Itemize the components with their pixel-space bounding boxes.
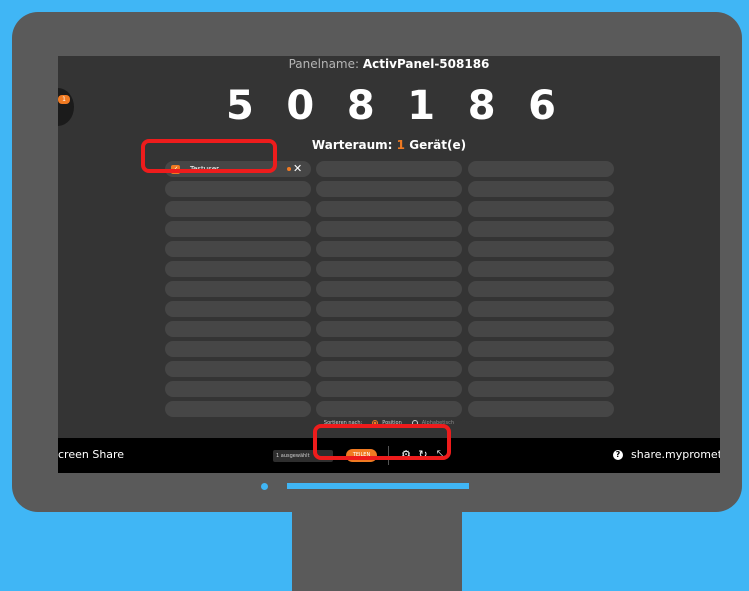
user-checkbox[interactable]: ✓ (171, 164, 180, 174)
waiting-room-unit: Gerät(e) (409, 138, 467, 152)
empty-slot (165, 281, 311, 297)
code-digit: 1 (407, 83, 436, 129)
sort-control: Sortieren nach: Position Alphabetisch (58, 420, 720, 426)
status-dot (287, 167, 291, 171)
empty-slot (468, 301, 614, 317)
code-digit: 6 (528, 83, 556, 129)
screen: 1 Panelname: ActivPanel-508186 5 0 8 1 8… (58, 56, 720, 473)
empty-slot (165, 401, 311, 417)
empty-slot (165, 301, 311, 317)
panel-name-value: ActivPanel-508186 (362, 57, 490, 71)
power-led (261, 483, 268, 490)
empty-slot (316, 221, 462, 237)
collapse-icon[interactable]: ⤡ (434, 447, 448, 463)
share-button[interactable]: TEILEN (346, 449, 377, 462)
empty-slot (468, 221, 614, 237)
panel-name-label: Panelname: (288, 57, 360, 71)
empty-slot (468, 381, 614, 397)
empty-slot (165, 201, 311, 217)
bottom-bar: creen Share 1 ausgewählt TEILEN ⚙ ↻ ⤡ ? … (58, 438, 720, 473)
gear-icon[interactable]: ⚙ (399, 447, 413, 463)
refresh-icon[interactable]: ↻ (416, 447, 430, 463)
indicator-bar (287, 483, 469, 489)
empty-slot (468, 161, 614, 177)
empty-slot (165, 261, 311, 277)
avatar-badge: 1 (58, 95, 70, 104)
code-digit: 8 (346, 83, 375, 129)
monitor-stand (292, 511, 462, 591)
sort-label: Sortieren nach: (323, 420, 363, 426)
empty-slot (316, 361, 462, 377)
empty-slot (316, 321, 462, 337)
empty-slot (165, 341, 311, 357)
empty-slot (165, 321, 311, 337)
panel-name: Panelname: ActivPanel-508186 (58, 57, 720, 71)
empty-slot (316, 201, 462, 217)
empty-slot (165, 381, 311, 397)
empty-slot (468, 341, 614, 357)
monitor-frame: 1 Panelname: ActivPanel-508186 5 0 8 1 8… (12, 12, 742, 512)
help-icon[interactable]: ? (613, 449, 623, 460)
empty-slot (468, 401, 614, 417)
radio-alphabetical[interactable] (411, 420, 418, 426)
empty-slot (468, 261, 614, 277)
waiting-room-label: Warteraum: (311, 138, 393, 152)
site-link[interactable]: ? share.myprometheanboard.com (613, 448, 720, 461)
empty-slot (468, 321, 614, 337)
app-name: creen Share (58, 448, 125, 461)
empty-slot (316, 241, 462, 257)
empty-slot (316, 301, 462, 317)
user-name: Testuser (190, 165, 220, 173)
code-digit: 0 (286, 83, 315, 129)
waiting-room-count: 1 (396, 138, 406, 152)
empty-slot (468, 281, 614, 297)
close-icon[interactable]: ✕ (293, 162, 302, 176)
toolbar-divider (388, 446, 389, 465)
empty-slot (316, 261, 462, 277)
panel-code: 5 0 8 1 8 6 (226, 82, 556, 130)
empty-slot (316, 401, 462, 417)
code-digit: 5 (226, 83, 254, 129)
empty-slot (468, 181, 614, 197)
empty-slot (316, 381, 462, 397)
empty-slot (468, 241, 614, 257)
empty-slot (468, 201, 614, 217)
sort-option-position[interactable]: Position (382, 420, 401, 426)
empty-slot (316, 341, 462, 357)
selected-count-field[interactable]: 1 ausgewählt (273, 450, 333, 462)
user-slot-testuser[interactable]: ✓ Testuser ✕ (165, 161, 311, 177)
empty-slot (165, 181, 311, 197)
empty-slot (165, 241, 311, 257)
empty-slot (468, 361, 614, 377)
empty-slot (165, 361, 311, 377)
radio-position[interactable] (372, 420, 379, 426)
site-url: share.myprometheanboard.com (631, 448, 720, 461)
empty-slot (316, 161, 462, 177)
waiting-room-heading: Warteraum: 1 Gerät(e) (58, 138, 720, 152)
sort-option-alphabetical[interactable]: Alphabetisch (422, 420, 454, 426)
empty-slot (316, 181, 462, 197)
avatar[interactable] (58, 88, 74, 126)
empty-slot (316, 281, 462, 297)
empty-slot (165, 221, 311, 237)
code-digit: 8 (467, 83, 496, 129)
